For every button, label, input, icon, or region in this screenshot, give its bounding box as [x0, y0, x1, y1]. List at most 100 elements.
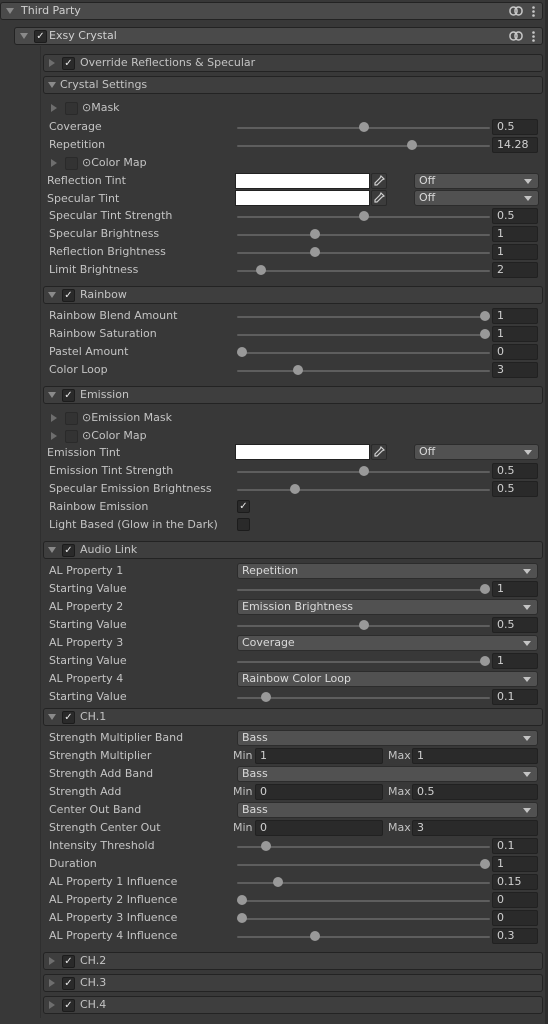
- al-property-2-starting-value-field[interactable]: 0.5: [492, 617, 538, 633]
- al-property-4-starting-value-slider[interactable]: [237, 697, 490, 699]
- audio-link-checkbox[interactable]: ✓: [62, 544, 75, 557]
- intensity-threshold-field[interactable]: 0.1: [492, 838, 538, 854]
- foldout-arrow-icon[interactable]: [20, 33, 28, 39]
- foldout-arrow-icon[interactable]: [48, 392, 56, 398]
- rainbow-blend-amount-slider[interactable]: [237, 316, 490, 318]
- foldout-arrow-icon[interactable]: [49, 59, 55, 67]
- al-property-2-dropdown[interactable]: Emission Brightness: [237, 599, 538, 615]
- color-map-foldout-icon[interactable]: [51, 159, 57, 167]
- foldout-arrow-icon[interactable]: [48, 82, 56, 88]
- repetition-field[interactable]: 14.28: [492, 137, 538, 153]
- al-property-4-dropdown[interactable]: Rainbow Color Loop: [237, 671, 538, 687]
- al-property-1-influence-field[interactable]: 0.15: [492, 874, 538, 890]
- reflection-brightness-slider[interactable]: [237, 252, 490, 254]
- repetition-slider[interactable]: [237, 145, 490, 147]
- third-party-header[interactable]: Third Party: [0, 2, 543, 20]
- color-loop-slider[interactable]: [237, 370, 490, 372]
- al-property-3-influence-slider[interactable]: [237, 918, 490, 920]
- center-out-band-dropdown[interactable]: Bass: [237, 802, 538, 818]
- foldout-arrow-icon[interactable]: [49, 979, 55, 987]
- emission-mask-foldout-icon[interactable]: [51, 414, 57, 422]
- strength-add-min-field[interactable]: 0: [255, 784, 383, 800]
- pastel-amount-slider[interactable]: [237, 352, 490, 354]
- al-property-3-starting-value-field[interactable]: 1: [492, 653, 538, 669]
- duration-knob[interactable]: [480, 859, 490, 869]
- color-map-texture-slot[interactable]: [65, 157, 78, 170]
- rainbow-saturation-slider[interactable]: [237, 334, 490, 336]
- strength-add-max-field[interactable]: 0.5: [412, 784, 538, 800]
- ch2-checkbox[interactable]: ✓: [62, 955, 75, 968]
- foldout-arrow-icon[interactable]: [48, 547, 56, 553]
- rainbow-saturation-knob[interactable]: [480, 329, 490, 339]
- al-property-4-influence-slider[interactable]: [237, 936, 490, 938]
- rainbow-emission-checkbox[interactable]: ✓: [237, 500, 250, 513]
- specular-brightness-field[interactable]: 1: [492, 226, 538, 242]
- al-property-3-influence-field[interactable]: 0: [492, 910, 538, 926]
- duration-field[interactable]: 1: [492, 856, 538, 872]
- strength-center-out-max-field[interactable]: 3: [412, 820, 538, 836]
- eyedropper-icon[interactable]: [371, 190, 387, 206]
- repetition-slider-knob[interactable]: [407, 140, 418, 150]
- emission-tint-mode-dropdown[interactable]: Off: [414, 444, 539, 460]
- emission-tint-strength-knob[interactable]: [358, 466, 369, 476]
- specular-emission-brightness-knob[interactable]: [290, 484, 301, 494]
- al-property-3-dropdown[interactable]: Coverage: [237, 635, 538, 651]
- ch2-header[interactable]: ✓ CH.2: [43, 952, 543, 970]
- strength-add-band-dropdown[interactable]: Bass: [237, 766, 538, 782]
- kebab-menu-icon[interactable]: [532, 31, 535, 42]
- mask-texture-slot[interactable]: [65, 102, 78, 115]
- kebab-menu-icon[interactable]: [532, 6, 535, 17]
- emission-color-map-foldout-icon[interactable]: [51, 432, 57, 440]
- specular-emission-brightness-field[interactable]: 0.5: [492, 481, 538, 497]
- al-property-2-starting-value-knob[interactable]: [358, 620, 369, 630]
- reflection-tint-swatch[interactable]: [235, 173, 370, 189]
- light-based-checkbox[interactable]: [237, 518, 250, 531]
- color-loop-field[interactable]: 3: [492, 362, 538, 378]
- strength-multiplier-min-field[interactable]: 1: [255, 748, 383, 764]
- ch1-header[interactable]: ✓ CH.1: [43, 708, 543, 726]
- intensity-threshold-knob[interactable]: [261, 841, 272, 851]
- ch3-header[interactable]: ✓ CH.3: [43, 974, 543, 992]
- exsy-crystal-header[interactable]: ✓ Exsy Crystal: [14, 27, 543, 45]
- coverage-slider-knob[interactable]: [358, 122, 369, 132]
- al-property-4-influence-knob[interactable]: [309, 931, 320, 941]
- al-property-2-influence-knob[interactable]: [237, 895, 247, 905]
- specular-emission-brightness-slider[interactable]: [237, 489, 490, 491]
- pastel-amount-knob[interactable]: [237, 347, 247, 357]
- limit-brightness-knob[interactable]: [256, 265, 267, 275]
- al-property-3-influence-knob[interactable]: [237, 913, 247, 923]
- al-property-1-dropdown[interactable]: Repetition: [237, 563, 538, 579]
- strength-center-out-min-field[interactable]: 0: [255, 820, 383, 836]
- emission-color-map-texture-slot[interactable]: [65, 430, 78, 443]
- limit-brightness-slider[interactable]: [237, 270, 490, 272]
- reflection-brightness-knob[interactable]: [309, 247, 320, 257]
- al-property-4-influence-field[interactable]: 0.3: [492, 928, 538, 944]
- eyedropper-icon[interactable]: [371, 173, 387, 189]
- specular-tint-strength-field[interactable]: 0.5: [492, 208, 538, 224]
- intensity-threshold-slider[interactable]: [237, 846, 490, 848]
- color-loop-knob[interactable]: [292, 365, 303, 375]
- al-property-4-starting-value-field[interactable]: 0.1: [492, 689, 538, 705]
- emission-tint-strength-field[interactable]: 0.5: [492, 463, 538, 479]
- ch3-checkbox[interactable]: ✓: [62, 977, 75, 990]
- link-icon[interactable]: [509, 31, 523, 41]
- duration-slider[interactable]: [237, 864, 490, 866]
- rainbow-checkbox[interactable]: ✓: [62, 289, 75, 302]
- specular-tint-strength-knob[interactable]: [358, 211, 369, 221]
- al-property-4-starting-value-knob[interactable]: [261, 692, 272, 702]
- foldout-arrow-icon[interactable]: [49, 957, 55, 965]
- al-property-3-starting-value-knob[interactable]: [480, 656, 490, 666]
- ch4-checkbox[interactable]: ✓: [62, 999, 75, 1012]
- ch4-header[interactable]: ✓ CH.4: [43, 996, 543, 1014]
- eyedropper-icon[interactable]: [371, 444, 387, 460]
- ch1-checkbox[interactable]: ✓: [62, 711, 75, 724]
- al-property-1-influence-knob[interactable]: [273, 877, 284, 887]
- foldout-arrow-icon[interactable]: [48, 714, 56, 720]
- al-property-1-starting-value-slider[interactable]: [237, 589, 490, 591]
- link-icon[interactable]: [509, 6, 523, 16]
- rainbow-saturation-field[interactable]: 1: [492, 326, 538, 342]
- specular-brightness-knob[interactable]: [309, 229, 320, 239]
- pastel-amount-field[interactable]: 0: [492, 344, 538, 360]
- foldout-arrow-icon[interactable]: [48, 292, 56, 298]
- rainbow-blend-amount-knob[interactable]: [480, 311, 490, 321]
